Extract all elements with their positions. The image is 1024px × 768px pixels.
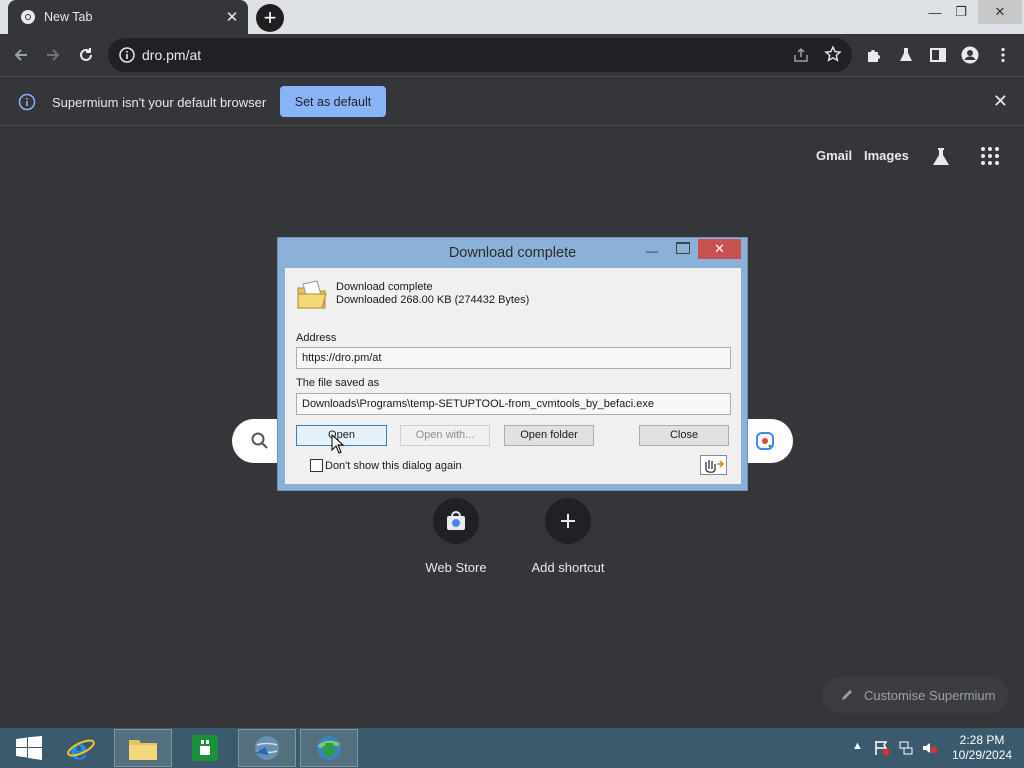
dont-show-checkbox[interactable] bbox=[310, 459, 323, 472]
kebab-menu-icon bbox=[1001, 47, 1005, 63]
browser-toolbar: dro.pm/at bbox=[0, 34, 1024, 76]
hand-arrow-icon bbox=[705, 460, 725, 473]
plus-icon bbox=[545, 498, 591, 544]
share-icon[interactable] bbox=[792, 46, 810, 64]
saved-path-field[interactable]: Downloads\Programs\temp-SETUPTOOL-from_c… bbox=[296, 393, 731, 415]
pencil-icon bbox=[842, 690, 852, 700]
back-button[interactable] bbox=[8, 42, 34, 68]
start-button[interactable] bbox=[0, 729, 58, 767]
open-with-button[interactable]: Open with... bbox=[400, 425, 490, 446]
new-tab-button[interactable]: + bbox=[256, 4, 284, 32]
back-arrow-icon bbox=[14, 49, 27, 61]
profile-button[interactable] bbox=[957, 42, 983, 68]
url-text[interactable]: dro.pm/at bbox=[142, 47, 201, 63]
shortcut-label: Web Store bbox=[425, 560, 487, 575]
puzzle-icon bbox=[868, 50, 880, 62]
shortcut-web-store[interactable]: Web Store bbox=[396, 498, 516, 575]
site-info-icon[interactable] bbox=[118, 46, 136, 64]
infobar-message: Supermium isn't your default browser bbox=[52, 95, 267, 110]
dialog-body: Download complete Downloaded 268.00 KB (… bbox=[285, 268, 741, 484]
reload-button[interactable] bbox=[73, 42, 99, 68]
system-clock[interactable]: 2:28 PM 10/29/2024 bbox=[952, 733, 1012, 763]
apps-grid-icon[interactable] bbox=[980, 146, 1000, 166]
shortcut-add[interactable]: Add shortcut bbox=[508, 498, 628, 575]
dialog-close-button[interactable]: ✕ bbox=[698, 239, 741, 259]
flask-icon bbox=[900, 48, 912, 61]
internet-explorer-icon: e bbox=[67, 733, 95, 763]
clock-date: 10/29/2024 bbox=[952, 748, 1013, 762]
download-size: Downloaded 268.00 KB (274432 Bytes) bbox=[336, 294, 530, 306]
search-icon bbox=[251, 432, 268, 449]
info-icon bbox=[18, 93, 36, 111]
taskbar-globe-app[interactable] bbox=[238, 729, 296, 767]
drag-hand-button[interactable] bbox=[700, 455, 727, 475]
saved-as-label: The file saved as bbox=[296, 377, 380, 389]
dont-show-label: Don't show this dialog again bbox=[325, 460, 462, 472]
profile-avatar-icon bbox=[961, 46, 979, 64]
set-as-default-button[interactable]: Set as default bbox=[280, 86, 386, 117]
clock-time: 2:28 PM bbox=[959, 733, 1005, 747]
address-bar[interactable]: dro.pm/at bbox=[108, 38, 852, 72]
side-panel-button[interactable] bbox=[925, 42, 951, 68]
images-link[interactable]: Images bbox=[864, 148, 909, 163]
close-window-button[interactable]: ✕ bbox=[978, 0, 1022, 24]
dialog-minimize-button[interactable]: — bbox=[646, 244, 658, 258]
extensions-button[interactable] bbox=[861, 42, 887, 68]
bookmark-star-icon[interactable] bbox=[824, 45, 842, 63]
default-browser-infobar: Supermium isn't your default browser Set… bbox=[0, 76, 1024, 126]
start-icon bbox=[16, 736, 42, 760]
google-lens-icon[interactable] bbox=[755, 431, 775, 451]
address-field[interactable]: https://dro.pm/at bbox=[296, 347, 731, 369]
tab-close-icon[interactable]: ✕ bbox=[222, 7, 242, 27]
chrome-icon bbox=[21, 10, 35, 24]
reload-icon bbox=[80, 48, 92, 61]
forward-arrow-icon bbox=[47, 49, 60, 61]
restore-window-button[interactable]: ❐ bbox=[946, 0, 976, 24]
customise-label: Customise Supermium bbox=[864, 687, 996, 703]
labs-toolbar-button[interactable] bbox=[893, 42, 919, 68]
globe-app-icon bbox=[255, 736, 279, 760]
labs-flask-icon[interactable] bbox=[930, 146, 952, 168]
infobar-close-icon[interactable]: ✕ bbox=[993, 91, 1008, 112]
close-button[interactable]: Close bbox=[639, 425, 729, 446]
show-hidden-icons-button[interactable]: ▲ bbox=[852, 740, 863, 752]
tab-title: New Tab bbox=[44, 10, 93, 24]
file-explorer-icon bbox=[129, 740, 157, 760]
shortcut-label: Add shortcut bbox=[531, 560, 605, 575]
forward-button[interactable] bbox=[40, 42, 66, 68]
taskbar: e ▲ 2:28 PM 10/29/2024 bbox=[0, 728, 1024, 768]
dialog-maximize-button[interactable] bbox=[676, 242, 690, 254]
taskbar-internet-explorer[interactable]: e bbox=[52, 729, 110, 767]
download-complete-dialog: Download complete — ✕ Download complete … bbox=[277, 237, 748, 491]
action-center-flag-icon[interactable] bbox=[874, 740, 890, 756]
side-panel-icon bbox=[930, 48, 946, 62]
volume-muted-icon[interactable] bbox=[922, 740, 938, 756]
taskbar-file-explorer[interactable] bbox=[114, 729, 172, 767]
open-folder-icon bbox=[297, 280, 327, 309]
mouse-cursor-icon bbox=[331, 434, 345, 454]
tab-new-tab[interactable]: New Tab ✕ bbox=[8, 0, 248, 34]
network-icon[interactable] bbox=[898, 740, 914, 756]
open-folder-button[interactable]: Open folder bbox=[504, 425, 594, 446]
taskbar-download-manager[interactable] bbox=[300, 729, 358, 767]
customise-button[interactable]: Customise Supermium bbox=[822, 677, 1008, 713]
gmail-link[interactable]: Gmail bbox=[816, 148, 852, 163]
download-manager-icon bbox=[317, 736, 341, 760]
download-status: Download complete bbox=[336, 281, 433, 293]
menu-button[interactable] bbox=[990, 42, 1016, 68]
tab-strip: New Tab ✕ + — ❐ ✕ bbox=[0, 0, 1024, 34]
taskbar-store[interactable] bbox=[176, 729, 234, 767]
address-label: Address bbox=[296, 332, 337, 344]
store-icon bbox=[192, 735, 218, 761]
web-store-icon bbox=[433, 498, 479, 544]
